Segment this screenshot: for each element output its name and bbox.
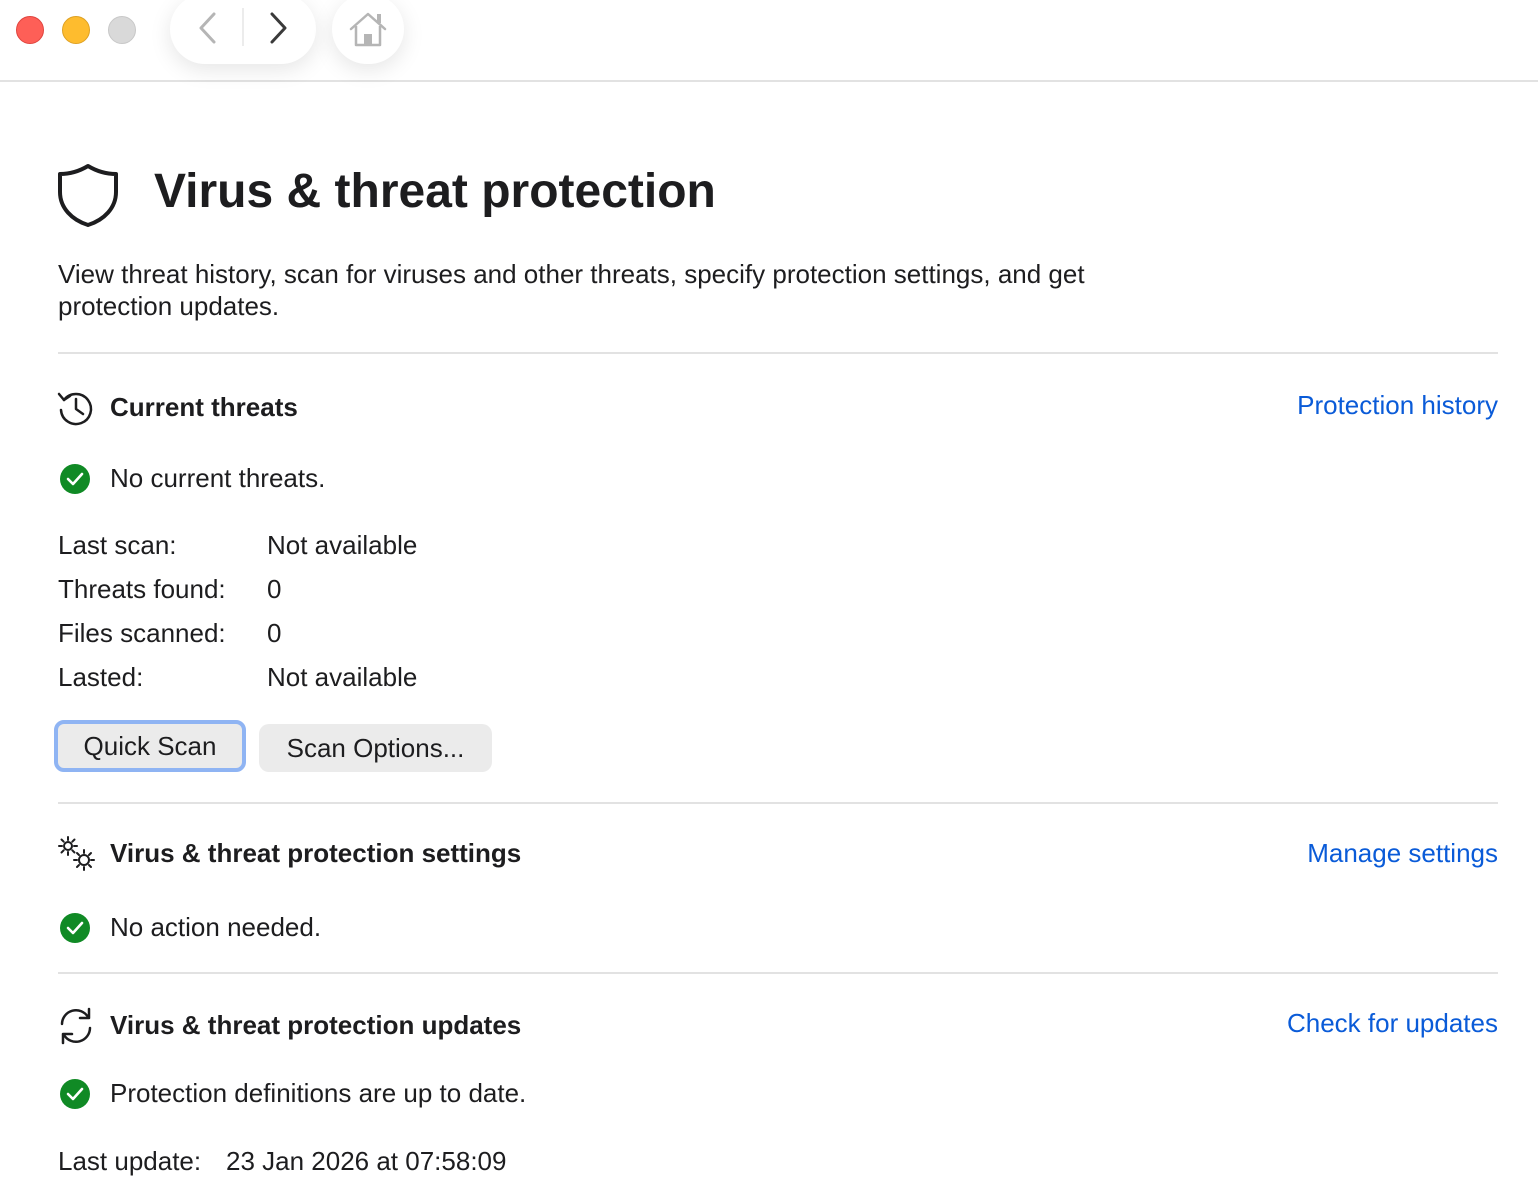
detail-value: Not available <box>267 662 418 692</box>
last-update-label: Last update: <box>58 1146 202 1176</box>
close-window-button[interactable] <box>16 16 44 44</box>
settings-header: Virus & threat protection settings Manag… <box>56 834 1498 878</box>
protection-history-link[interactable]: Protection history <box>1297 390 1498 421</box>
refresh-icon <box>60 1007 92 1045</box>
shield-icon <box>58 164 118 227</box>
detail-value: Not available <box>267 530 418 560</box>
title-bar <box>0 0 1538 82</box>
minimize-window-button[interactable] <box>62 16 90 44</box>
detail-value: 0 <box>267 618 282 648</box>
status-text: No action needed. <box>110 912 322 942</box>
check-for-updates-link[interactable]: Check for updates <box>1287 1008 1498 1039</box>
page-title: Virus & threat protection <box>154 165 716 218</box>
detail-label: Last scan: <box>58 530 177 560</box>
forward-button[interactable] <box>254 8 302 48</box>
home-icon <box>349 12 387 47</box>
detail-value: 0 <box>267 574 282 604</box>
divider <box>58 802 1498 804</box>
check-circle-icon <box>60 1079 90 1109</box>
section-title: Virus & threat protection settings <box>110 838 522 868</box>
quick-scan-button[interactable]: Quick Scan <box>54 720 246 772</box>
divider <box>58 352 1498 354</box>
home-button[interactable] <box>332 0 404 64</box>
back-button[interactable] <box>184 8 232 48</box>
current-threats-header: Current threats Protection history <box>56 388 1498 432</box>
last-update-value: 23 Jan 2026 at 07:58:09 <box>226 1146 507 1176</box>
section-title: Virus & threat protection updates <box>110 1010 522 1040</box>
status-text: Protection definitions are up to date. <box>110 1078 527 1108</box>
nav-separator <box>242 8 244 46</box>
navigation-pill <box>170 0 316 64</box>
section-title: Current threats <box>110 392 298 422</box>
check-circle-icon <box>60 913 90 943</box>
zoom-window-button[interactable] <box>108 16 136 44</box>
status-text: No current threats. <box>110 463 326 493</box>
detail-label: Lasted: <box>58 662 144 692</box>
manage-settings-link[interactable]: Manage settings <box>1307 838 1498 869</box>
detail-label: Files scanned: <box>58 618 226 648</box>
chevron-right-icon <box>270 12 287 44</box>
chevron-left-icon <box>199 12 216 44</box>
divider <box>58 972 1498 974</box>
gears-icon <box>58 836 95 871</box>
updates-header: Virus & threat protection updates Check … <box>56 1006 1498 1050</box>
page-description: View threat history, scan for viruses an… <box>58 259 1085 321</box>
history-icon <box>57 392 93 426</box>
detail-label: Threats found: <box>58 574 226 604</box>
scan-options-button[interactable]: Scan Options... <box>259 724 492 772</box>
check-circle-icon <box>60 464 90 494</box>
